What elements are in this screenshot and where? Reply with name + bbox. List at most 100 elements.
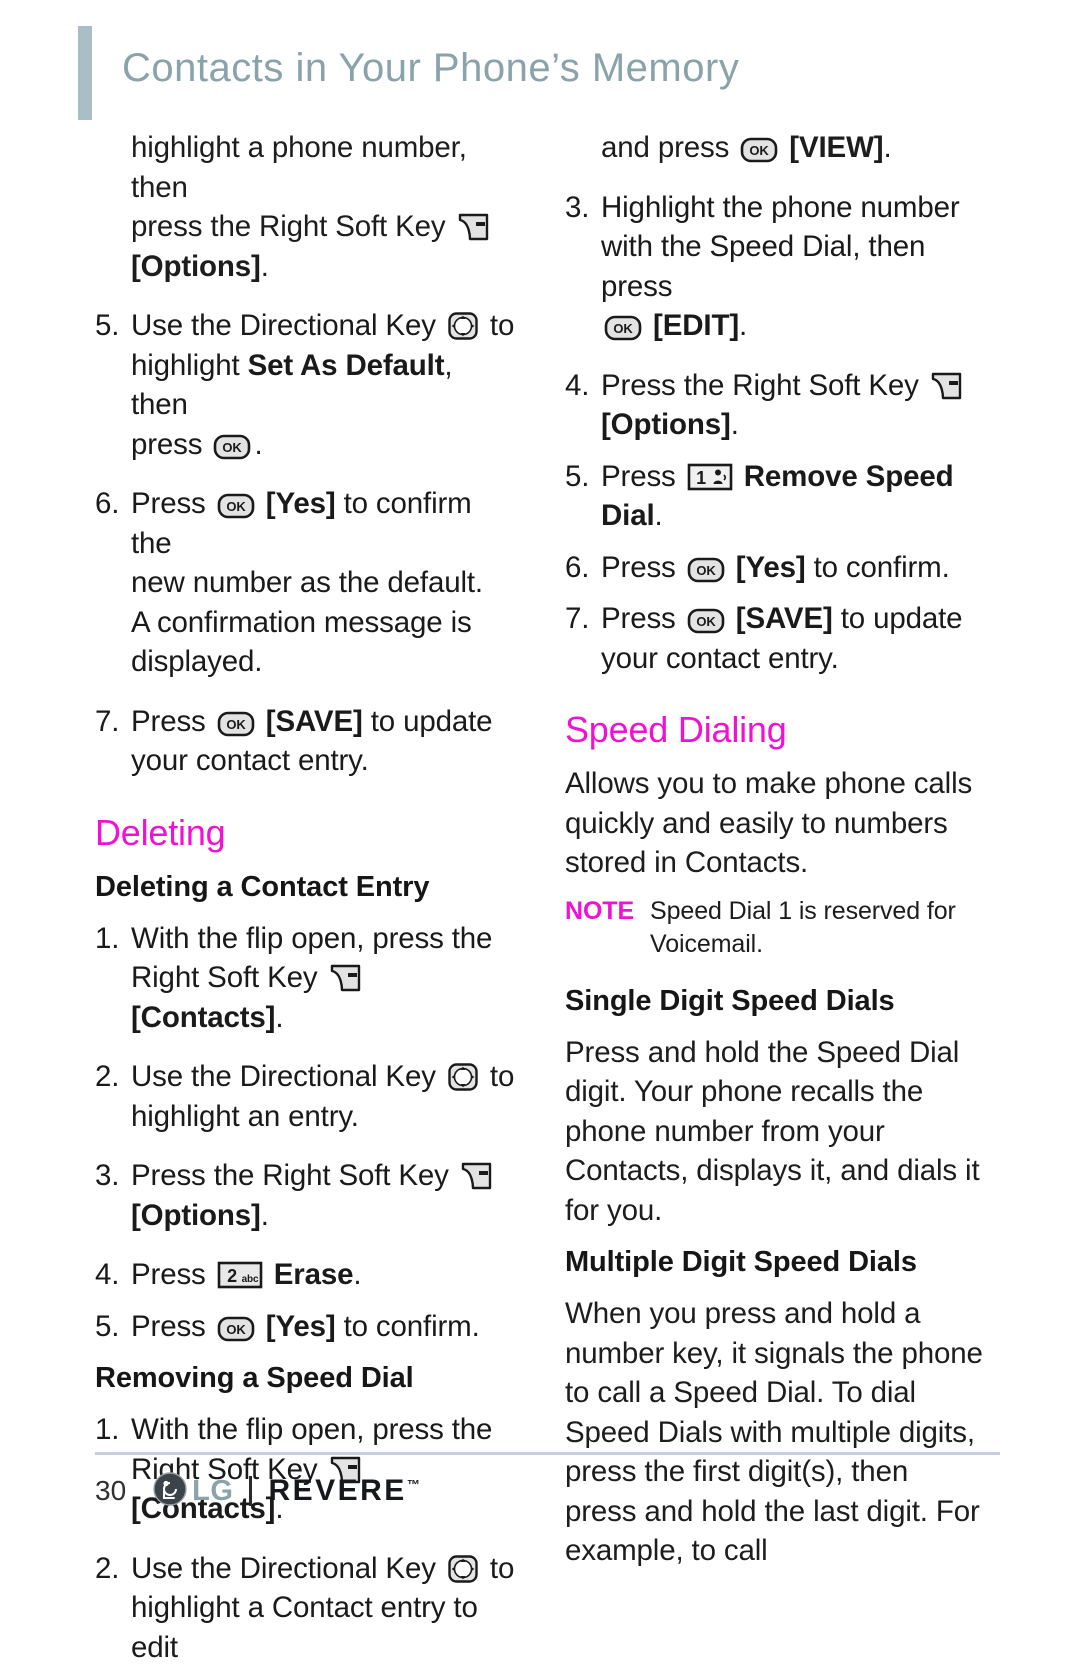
step-number: 1. (95, 919, 131, 1038)
carryover-options-label: [Options] (131, 250, 261, 283)
right-step-5: 5. Press 1 Remove Speed Dial. (565, 457, 985, 536)
directional-key-icon (447, 1554, 479, 1584)
step5-text-e: press (131, 428, 202, 461)
rm1-text-a: With the flip open, press the (131, 1413, 492, 1446)
rc-text-c: . (883, 131, 891, 164)
right-soft-key-icon (460, 1161, 494, 1191)
step5-text-f: . (254, 428, 262, 461)
step7-text-d: your contact entry. (131, 744, 369, 777)
r3-text-d: . (739, 309, 747, 342)
lg-logo: LG (152, 1471, 233, 1512)
del1-text-b: Right Soft Key (131, 961, 317, 994)
step5-set-as-default: Set As Default (248, 349, 445, 382)
del4-erase-label: Erase (274, 1258, 354, 1291)
heading-deleting: Deleting (95, 811, 515, 855)
right-step-7: 7. Press OK [SAVE] to update your contac… (565, 599, 985, 678)
del3-options-label: [Options] (131, 1199, 261, 1232)
single-digit-body: Press and hold the Speed Dial digit. You… (565, 1033, 985, 1231)
note-label: NOTE (565, 895, 634, 961)
rc-view-label: [VIEW] (789, 131, 883, 164)
del5-text-a: Press (131, 1310, 206, 1343)
carryover-line2: press the Right Soft Key (131, 210, 446, 243)
left-step-7: 7. Press OK [SAVE] to update your contac… (95, 702, 515, 781)
r7-save-label: [SAVE] (736, 602, 833, 635)
right-soft-key-icon (930, 371, 964, 401)
page-number: 30 (95, 1477, 126, 1505)
del3-text-c: . (261, 1199, 269, 1232)
subheading-single-digit-speed-dials: Single Digit Speed Dials (565, 981, 985, 1021)
r7-text-a: Press (601, 602, 676, 635)
lg-wordmark: LG (192, 1477, 233, 1506)
carryover-period: . (261, 250, 269, 283)
step6-text-e: A confirmation message is (131, 606, 472, 639)
step-number: 7. (565, 599, 601, 678)
step-number: 5. (565, 457, 601, 536)
step6-text-f: displayed. (131, 645, 262, 678)
r4-text-c: . (731, 408, 739, 441)
step7-text-c: to update (371, 705, 493, 738)
step-number: 2. (95, 1549, 131, 1667)
r4-options-label: [Options] (601, 408, 731, 441)
del4-text-c: . (353, 1258, 361, 1291)
del2-text-c: highlight an entry. (131, 1100, 359, 1133)
step7-text-a: Press (131, 705, 206, 738)
deleting-step-4: 4. Press 2 abc Erase. (95, 1255, 515, 1295)
ok-key-icon: OK (740, 137, 778, 163)
svg-text:OK: OK (696, 563, 716, 578)
r3-text-a: Highlight the phone number (601, 191, 960, 224)
directional-key-icon (447, 311, 479, 341)
r3-edit-label: [EDIT] (653, 309, 739, 342)
step5-text-b: to (490, 309, 514, 342)
svg-text:OK: OK (226, 717, 246, 732)
step-number: 4. (95, 1255, 131, 1295)
svg-text:OK: OK (750, 143, 770, 158)
manual-page: Contacts in Your Phone’s Memory highligh… (0, 0, 1080, 1552)
del2-text-b: to (490, 1060, 514, 1093)
step-number: 5. (95, 306, 131, 464)
step-number: 6. (565, 548, 601, 588)
svg-text:1: 1 (696, 468, 706, 488)
r5-text-c: . (655, 499, 663, 532)
svg-text:OK: OK (613, 321, 633, 336)
svg-text:OK: OK (226, 499, 246, 514)
key-2-abc-icon: 2 abc (217, 1260, 263, 1290)
right-step-4: 4. Press the Right Soft Key [Options]. (565, 366, 985, 445)
note-body: Speed Dial 1 is reserved for Voicemail. (650, 895, 985, 961)
right-step-3: 3. Highlight the phone number with the S… (565, 188, 985, 346)
model-name-text: REVERE (268, 1474, 406, 1507)
r6-yes-label: [Yes] (736, 551, 806, 584)
step-number: 7. (95, 702, 131, 781)
r7-text-d: your contact entry. (601, 642, 839, 675)
right-carryover-step: and press OK [VIEW]. (565, 128, 985, 168)
carryover-line1: highlight a phone number, then (131, 131, 467, 204)
deleting-step-2: 2. Use the Directional Key to (95, 1057, 515, 1136)
ok-key-icon: OK (213, 434, 251, 460)
r5-text-a: Press (601, 460, 676, 493)
footer-divider (95, 1452, 1000, 1455)
step5-text-c: highlight (131, 349, 240, 382)
del5-text-c: to confirm. (344, 1310, 480, 1343)
del2-text-a: Use the Directional Key (131, 1060, 436, 1093)
model-name: REVERE™ (268, 1476, 419, 1506)
step7-save-label: [SAVE] (266, 705, 363, 738)
subheading-deleting-contact-entry: Deleting a Contact Entry (95, 867, 515, 907)
del1-text-d: . (275, 1001, 283, 1034)
left-column: highlight a phone number, then press the… (95, 128, 515, 1667)
carryover-step: highlight a phone number, then press the… (95, 128, 515, 286)
del1-contacts-label: [Contacts] (131, 1001, 275, 1034)
step-number: 6. (95, 484, 131, 682)
r7-text-c: to update (841, 602, 963, 635)
del3-text-a: Press the Right Soft Key (131, 1159, 449, 1192)
rm2-text-a: Use the Directional Key (131, 1552, 436, 1585)
directional-key-icon (447, 1062, 479, 1092)
r6-text-a: Press (601, 551, 676, 584)
right-step-6: 6. Press OK [Yes] to confirm. (565, 548, 985, 588)
ok-key-icon: OK (217, 493, 255, 519)
svg-text:2: 2 (227, 1266, 237, 1286)
lg-circle-icon (152, 1471, 188, 1512)
r4-text-a: Press the Right Soft Key (601, 369, 919, 402)
right-soft-key-icon (329, 963, 363, 993)
step6-yes-label: [Yes] (266, 487, 336, 520)
trademark-symbol: ™ (407, 1477, 420, 1492)
del4-text-a: Press (131, 1258, 206, 1291)
